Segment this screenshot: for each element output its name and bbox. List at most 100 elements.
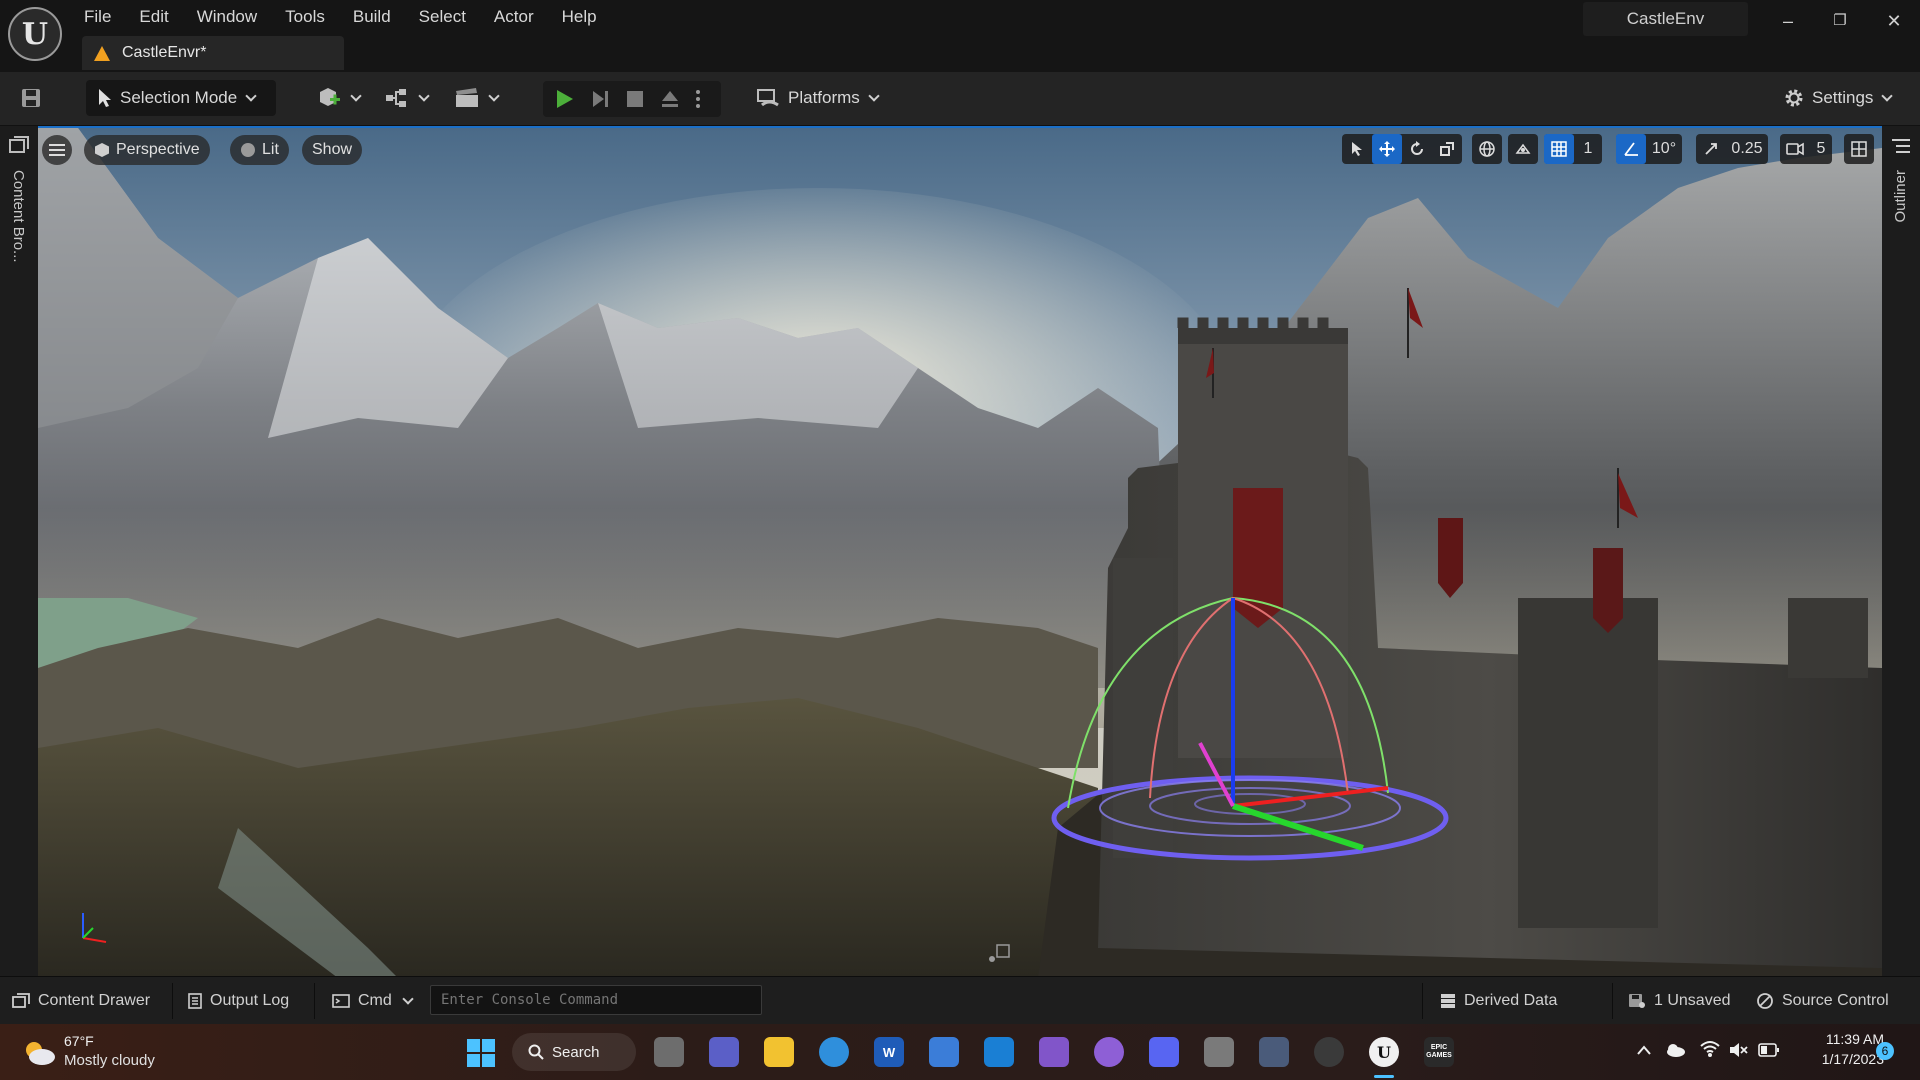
- source-control-button[interactable]: Source Control: [1756, 988, 1889, 1014]
- unsaved-button[interactable]: 1 Unsaved: [1628, 988, 1731, 1014]
- stop-icon[interactable]: [625, 89, 645, 109]
- weather-temperature[interactable]: 67°F: [64, 1033, 94, 1049]
- rotation-snap-control[interactable]: 10°: [1616, 134, 1682, 164]
- clock-time[interactable]: 11:39 AM: [1804, 1031, 1884, 1047]
- unreal-logo-icon[interactable]: U: [8, 7, 62, 61]
- discord-icon[interactable]: [1149, 1037, 1179, 1067]
- scale-tool[interactable]: [1432, 134, 1462, 164]
- restore-button[interactable]: ❐: [1820, 6, 1860, 36]
- surface-snap-button[interactable]: [1508, 134, 1538, 164]
- weather-description[interactable]: Mostly cloudy: [64, 1052, 155, 1069]
- settings-label: Settings: [1812, 88, 1874, 107]
- weather-cloud-icon[interactable]: [22, 1038, 56, 1066]
- lit-button[interactable]: Lit: [230, 135, 289, 165]
- rotate-icon: [1411, 141, 1423, 155]
- translate-tool[interactable]: [1372, 134, 1402, 164]
- console-command-input[interactable]: [430, 985, 762, 1015]
- viewport-options-button[interactable]: [42, 135, 72, 165]
- outliner-icon[interactable]: [1892, 138, 1910, 154]
- chevron-down-icon: [350, 89, 362, 102]
- content-browser-icon[interactable]: [9, 136, 29, 154]
- selection-mode-dropdown[interactable]: Selection Mode: [86, 80, 276, 116]
- close-button[interactable]: ✕: [1874, 6, 1914, 36]
- viewport-layout-button[interactable]: [1844, 134, 1874, 164]
- 3d-viewer-icon[interactable]: [1259, 1037, 1289, 1067]
- menu-tools[interactable]: Tools: [285, 4, 339, 30]
- menu-edit[interactable]: Edit: [139, 4, 182, 30]
- unreal-engine-icon[interactable]: U: [1369, 1037, 1399, 1067]
- play-icon[interactable]: [553, 88, 575, 110]
- save-icon: [22, 89, 40, 107]
- eject-icon[interactable]: [659, 88, 681, 110]
- camera-speed-control[interactable]: 5: [1780, 134, 1832, 164]
- blueprint-icon: [386, 89, 406, 107]
- task-view-icon[interactable]: [654, 1037, 684, 1067]
- level-viewport[interactable]: Perspective Lit Show 1 10° 0.25 5: [38, 126, 1882, 976]
- active-app-indicator: [1374, 1075, 1394, 1078]
- menu-actor[interactable]: Actor: [494, 4, 548, 30]
- blueprint-button[interactable]: [384, 80, 430, 116]
- derived-data-button[interactable]: Derived Data: [1440, 988, 1557, 1014]
- cinematics-button[interactable]: [454, 80, 500, 116]
- notepad-icon[interactable]: [929, 1037, 959, 1067]
- settings-dropdown[interactable]: Settings: [1782, 80, 1894, 116]
- show-button[interactable]: Show: [302, 135, 363, 165]
- move-icon: [1379, 141, 1395, 157]
- surface-snap-icon: [1515, 143, 1531, 154]
- content-browser-strip: Content Bro...: [0, 126, 38, 976]
- output-log-button[interactable]: Output Log: [188, 988, 289, 1014]
- content-browser-tab[interactable]: Content Bro...: [10, 170, 27, 263]
- file-explorer-icon[interactable]: [764, 1037, 794, 1067]
- level-tab[interactable]: CastleEnvr*: [82, 36, 344, 70]
- github-desktop-icon[interactable]: [1094, 1037, 1124, 1067]
- onedrive-cloud-icon[interactable]: [1664, 1042, 1686, 1058]
- advance-frame-icon[interactable]: [589, 88, 611, 110]
- realtime-indicator-icon: [989, 944, 1010, 962]
- edge-browser-icon[interactable]: [819, 1037, 849, 1067]
- grid-snap-value[interactable]: 1: [1574, 134, 1602, 164]
- content-drawer-button[interactable]: Content Drawer: [12, 988, 150, 1014]
- menu-build[interactable]: Build: [353, 4, 405, 30]
- menu-file[interactable]: File: [84, 4, 125, 30]
- perspective-button[interactable]: Perspective: [84, 135, 210, 165]
- rotate-tool[interactable]: [1402, 134, 1432, 164]
- warning-icon: [94, 45, 110, 61]
- wifi-icon[interactable]: [1700, 1040, 1720, 1058]
- minimize-button[interactable]: –: [1768, 6, 1808, 36]
- content-drawer-label: Content Drawer: [38, 992, 151, 1009]
- speaker-muted-icon[interactable]: [1728, 1041, 1748, 1059]
- rotation-snap-value[interactable]: 10°: [1646, 134, 1682, 164]
- menu-window[interactable]: Window: [197, 4, 271, 30]
- menu-help[interactable]: Help: [562, 4, 611, 30]
- scale-snap-control[interactable]: 0.25: [1696, 134, 1768, 164]
- project-name: CastleEnv: [1583, 2, 1748, 36]
- obs-icon[interactable]: [1314, 1037, 1344, 1067]
- more-options-icon[interactable]: [693, 88, 703, 110]
- visual-studio-icon[interactable]: [1039, 1037, 1069, 1067]
- cmd-dropdown[interactable]: Cmd: [332, 988, 414, 1014]
- vscode-icon[interactable]: [984, 1037, 1014, 1067]
- teams-chat-icon[interactable]: [709, 1037, 739, 1067]
- taskbar-search[interactable]: Search: [512, 1033, 636, 1071]
- camera-icon: [1786, 142, 1804, 156]
- platforms-dropdown[interactable]: Platforms: [756, 80, 880, 116]
- outliner-tab[interactable]: Outliner: [1892, 170, 1909, 223]
- world-space-button[interactable]: [1472, 134, 1502, 164]
- notification-badge[interactable]: 6: [1876, 1042, 1894, 1060]
- camera-speed-value[interactable]: 5: [1810, 134, 1832, 164]
- chevron-up-icon[interactable]: [1636, 1044, 1652, 1056]
- windows-start-icon[interactable]: [466, 1038, 496, 1068]
- grid-snap-control[interactable]: 1: [1544, 134, 1602, 164]
- layout-icon: [1851, 141, 1867, 157]
- select-tool[interactable]: [1342, 134, 1372, 164]
- battery-icon[interactable]: [1758, 1043, 1780, 1057]
- save-button[interactable]: [20, 80, 42, 116]
- add-actor-button[interactable]: [316, 80, 362, 116]
- clock-date[interactable]: 1/17/2023: [1804, 1051, 1884, 1067]
- scale-snap-value[interactable]: 0.25: [1726, 134, 1768, 164]
- word-icon[interactable]: W: [874, 1037, 904, 1067]
- divider: [172, 983, 173, 1019]
- menu-select[interactable]: Select: [419, 4, 480, 30]
- epic-games-icon[interactable]: EPIC GAMES: [1424, 1037, 1454, 1067]
- calculator-icon[interactable]: [1204, 1037, 1234, 1067]
